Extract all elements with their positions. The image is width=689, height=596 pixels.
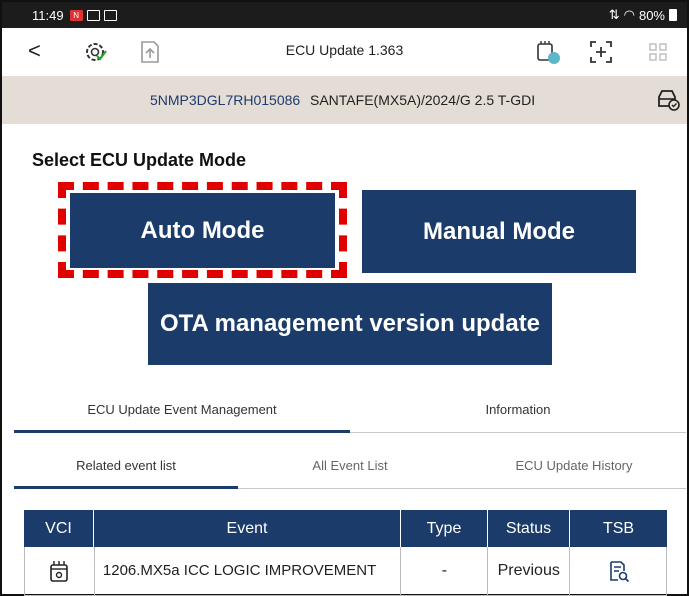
vci-cell	[25, 547, 95, 595]
calendar-icon: N	[69, 9, 83, 21]
column-header-type[interactable]: Type	[401, 510, 488, 547]
tab-information[interactable]: Information	[350, 402, 686, 417]
section-title: Select ECU Update Mode	[32, 150, 247, 170]
status-bar: 11:49 N ⇅ ◠ 80%	[2, 2, 687, 28]
image-icon	[86, 9, 100, 21]
column-header-status[interactable]: Status	[488, 510, 570, 547]
type-cell: -	[401, 547, 489, 595]
active-subtab-indicator	[14, 486, 238, 489]
ota-update-button[interactable]: OTA management version update	[148, 283, 552, 365]
subtab-ecu-update-history[interactable]: ECU Update History	[462, 458, 686, 473]
battery-level: 80%	[638, 7, 665, 23]
status-cell: Previous	[488, 547, 571, 595]
subtab-related-event-list[interactable]: Related event list	[14, 458, 238, 473]
vehicle-model-info: SANTAFE(MX5A)/2024/G 2.5 T-GDI	[310, 92, 536, 108]
active-tab-indicator	[14, 430, 350, 433]
subtab-all-event-list[interactable]: All Event List	[238, 458, 462, 473]
document-search-icon[interactable]	[606, 559, 630, 583]
battery-icon	[669, 9, 677, 21]
event-cell: 1206.MX5a ICC LOGIC IMPROVEMENT	[95, 547, 402, 595]
column-header-tsb[interactable]: TSB	[570, 510, 667, 547]
wifi-icon: ◠	[623, 7, 635, 22]
status-time: 11:49	[32, 7, 64, 23]
account-icon	[103, 9, 117, 21]
page-title: ECU Update 1.363	[285, 42, 404, 58]
tab-ecu-update-event-management[interactable]: ECU Update Event Management	[14, 402, 350, 417]
manual-mode-button[interactable]: Manual Mode	[362, 190, 636, 273]
vci-device-icon	[50, 561, 69, 582]
grid-icon[interactable]	[644, 38, 672, 66]
status-right: ⇅ ◠ 80%	[609, 7, 677, 23]
scan-icon[interactable]	[587, 38, 615, 66]
signal-icon: ⇅	[608, 7, 620, 22]
vehicle-vin: 5NMP3DGL7RH015086	[150, 92, 301, 108]
column-header-event[interactable]: Event	[94, 510, 401, 547]
table-header: VCI Event Type Status TSB	[24, 510, 667, 547]
vci-connect-icon[interactable]	[534, 38, 562, 66]
table-row[interactable]: 1206.MX5a ICC LOGIC IMPROVEMENT - Previo…	[24, 547, 667, 596]
vehicle-check-icon[interactable]	[655, 86, 681, 112]
app-bar: < ECU Update 1.363	[2, 28, 687, 76]
column-header-vci[interactable]: VCI	[24, 510, 94, 547]
tsb-cell	[570, 547, 667, 595]
event-table: VCI Event Type Status TSB 1206.MX5a ICC …	[24, 510, 667, 596]
highlight-box	[58, 182, 347, 278]
vehicle-info-bar: 5NMP3DGL7RH015086 SANTAFE(MX5A)/2024/G 2…	[2, 76, 687, 124]
